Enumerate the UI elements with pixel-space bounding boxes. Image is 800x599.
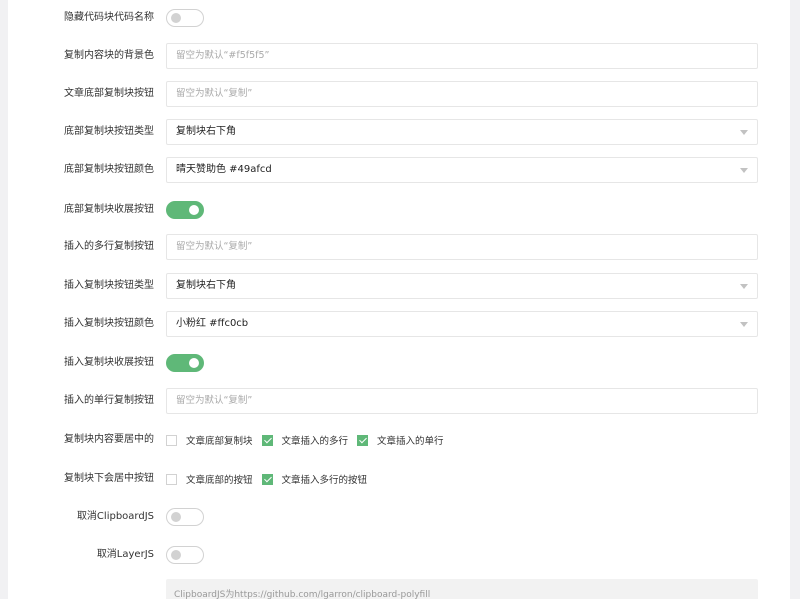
row-bottom-collapse: 底部复制块收展按钮 — [8, 201, 790, 219]
row-insert-multi-text: 插入的多行复制按钮 留空为默认“复制” — [8, 234, 790, 260]
caret-down-icon — [740, 130, 748, 135]
content-center-checkbox-group: 文章底部复制块 文章插入的多行 文章插入的单行 — [166, 432, 453, 448]
checkmark-icon — [261, 434, 273, 446]
label-hide-block-name: 隐藏代码块代码名称 — [64, 12, 154, 23]
row-insert-collapse: 插入复制块收展按钮 — [8, 354, 790, 372]
checkbox-box — [166, 434, 177, 446]
label-copy-bg: 复制内容块的背景色 — [64, 50, 154, 61]
select-value: 复制块右下角 — [176, 280, 236, 291]
checkbox-insert-multi[interactable]: 文章插入的多行 — [261, 433, 349, 447]
row-content-center: 复制块内容要居中的 文章底部复制块 文章插入的多行 文章插入的单行 — [8, 432, 790, 448]
row-hide-block-name: 隐藏代码块代码名称 — [8, 9, 790, 27]
toggle-knob — [189, 205, 199, 215]
caret-down-icon — [740, 284, 748, 289]
checkbox-label: 文章插入的多行 — [281, 436, 349, 447]
disable-layerjs-toggle[interactable] — [166, 546, 204, 564]
checkmark-icon — [357, 434, 369, 446]
insert-single-text-input[interactable]: 留空为默认“复制” — [166, 388, 758, 414]
info-note: ClipboardJS为https://github.com/lgarron/c… — [166, 579, 758, 599]
row-insert-single-text: 插入的单行复制按钮 留空为默认“复制” — [8, 388, 790, 414]
checkbox-label: 文章底部的按钮 — [186, 475, 253, 486]
label-content-center: 复制块内容要居中的 — [64, 434, 154, 445]
row-note: ClipboardJS为https://github.com/lgarron/c… — [8, 579, 790, 599]
settings-panel: 隐藏代码块代码名称 复制内容块的背景色 留空为默认“#f5f5f5” 文章底部复… — [8, 0, 790, 599]
toggle-knob — [171, 13, 181, 23]
label-insert-btn-type: 插入复制块按钮类型 — [64, 280, 154, 291]
bottom-btn-color-select[interactable]: 晴天赞助色 #49afcd — [166, 157, 758, 183]
label-insert-btn-color: 插入复制块按钮颜色 — [64, 318, 154, 329]
checkbox-insert-multi-button[interactable]: 文章插入多行的按钮 — [261, 472, 368, 486]
label-button-center: 复制块下会居中按钮 — [64, 473, 154, 484]
label-insert-collapse: 插入复制块收展按钮 — [64, 357, 154, 368]
bottom-btn-type-select[interactable]: 复制块右下角 — [166, 119, 758, 145]
select-value: 小粉红 #ffc0cb — [176, 318, 249, 329]
checkbox-bottom-block[interactable]: 文章底部复制块 — [166, 433, 253, 447]
checkbox-label: 文章插入多行的按钮 — [281, 475, 368, 486]
label-bottom-collapse: 底部复制块收展按钮 — [64, 204, 154, 215]
toggle-knob — [171, 550, 181, 560]
caret-down-icon — [740, 168, 748, 173]
row-bottom-btn-type: 底部复制块按钮类型 复制块右下角 — [8, 119, 790, 145]
checkbox-label: 文章插入的单行 — [377, 436, 444, 447]
label-bottom-btn-color: 底部复制块按钮颜色 — [64, 164, 154, 175]
label-disable-layerjs: 取消LayerJS — [96, 549, 154, 560]
row-copy-bg: 复制内容块的背景色 留空为默认“#f5f5f5” — [8, 43, 790, 69]
label-bottom-btn-type: 底部复制块按钮类型 — [64, 126, 154, 137]
bottom-copy-text-input[interactable]: 留空为默认“复制” — [166, 81, 758, 107]
checkbox-label: 文章底部复制块 — [186, 436, 253, 447]
label-bottom-copy-text: 文章底部复制块按钮 — [64, 88, 154, 99]
row-disable-clipboardjs: 取消ClipboardJS — [8, 508, 790, 526]
row-bottom-btn-color: 底部复制块按钮颜色 晴天赞助色 #49afcd — [8, 157, 790, 183]
row-disable-layerjs: 取消LayerJS — [8, 546, 790, 564]
label-disable-clipboardjs: 取消ClipboardJS — [76, 511, 154, 522]
row-insert-btn-color: 插入复制块按钮颜色 小粉红 #ffc0cb — [8, 311, 790, 337]
insert-collapse-toggle[interactable] — [166, 354, 204, 372]
caret-down-icon — [740, 322, 748, 327]
insert-multi-text-input[interactable]: 留空为默认“复制” — [166, 234, 758, 260]
disable-clipboardjs-toggle[interactable] — [166, 508, 204, 526]
select-value: 复制块右下角 — [176, 126, 236, 137]
copy-bg-input[interactable]: 留空为默认“#f5f5f5” — [166, 43, 758, 69]
bottom-collapse-toggle[interactable] — [166, 201, 204, 219]
label-insert-single-text: 插入的单行复制按钮 — [64, 395, 154, 406]
row-button-center: 复制块下会居中按钮 文章底部的按钮 文章插入多行的按钮 — [8, 471, 790, 487]
checkmark-icon — [261, 473, 273, 485]
insert-btn-type-select[interactable]: 复制块右下角 — [166, 273, 758, 299]
checkbox-insert-single[interactable]: 文章插入的单行 — [357, 433, 444, 447]
row-bottom-copy-text: 文章底部复制块按钮 留空为默认“复制” — [8, 81, 790, 107]
label-insert-multi-text: 插入的多行复制按钮 — [64, 241, 154, 252]
button-center-checkbox-group: 文章底部的按钮 文章插入多行的按钮 — [166, 471, 376, 487]
toggle-knob — [171, 512, 181, 522]
hide-block-name-toggle[interactable] — [166, 9, 204, 27]
toggle-knob — [189, 358, 199, 368]
select-value: 晴天赞助色 #49afcd — [176, 164, 272, 175]
insert-btn-color-select[interactable]: 小粉红 #ffc0cb — [166, 311, 758, 337]
row-insert-btn-type: 插入复制块按钮类型 复制块右下角 — [8, 273, 790, 299]
checkbox-bottom-button[interactable]: 文章底部的按钮 — [166, 472, 253, 486]
checkbox-box — [166, 473, 177, 485]
